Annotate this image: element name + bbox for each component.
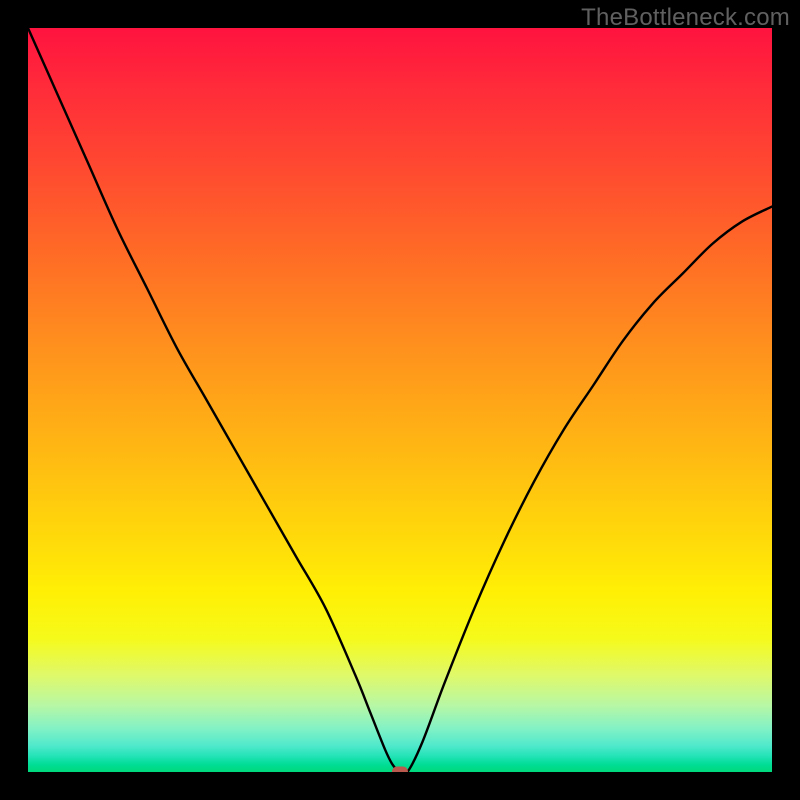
- curve-svg: [28, 28, 772, 772]
- minimum-marker: [392, 767, 408, 773]
- plot-area: [28, 28, 772, 772]
- watermark-text: TheBottleneck.com: [581, 4, 790, 32]
- bottleneck-curve-path: [28, 28, 772, 772]
- chart-frame: TheBottleneck.com: [0, 0, 800, 800]
